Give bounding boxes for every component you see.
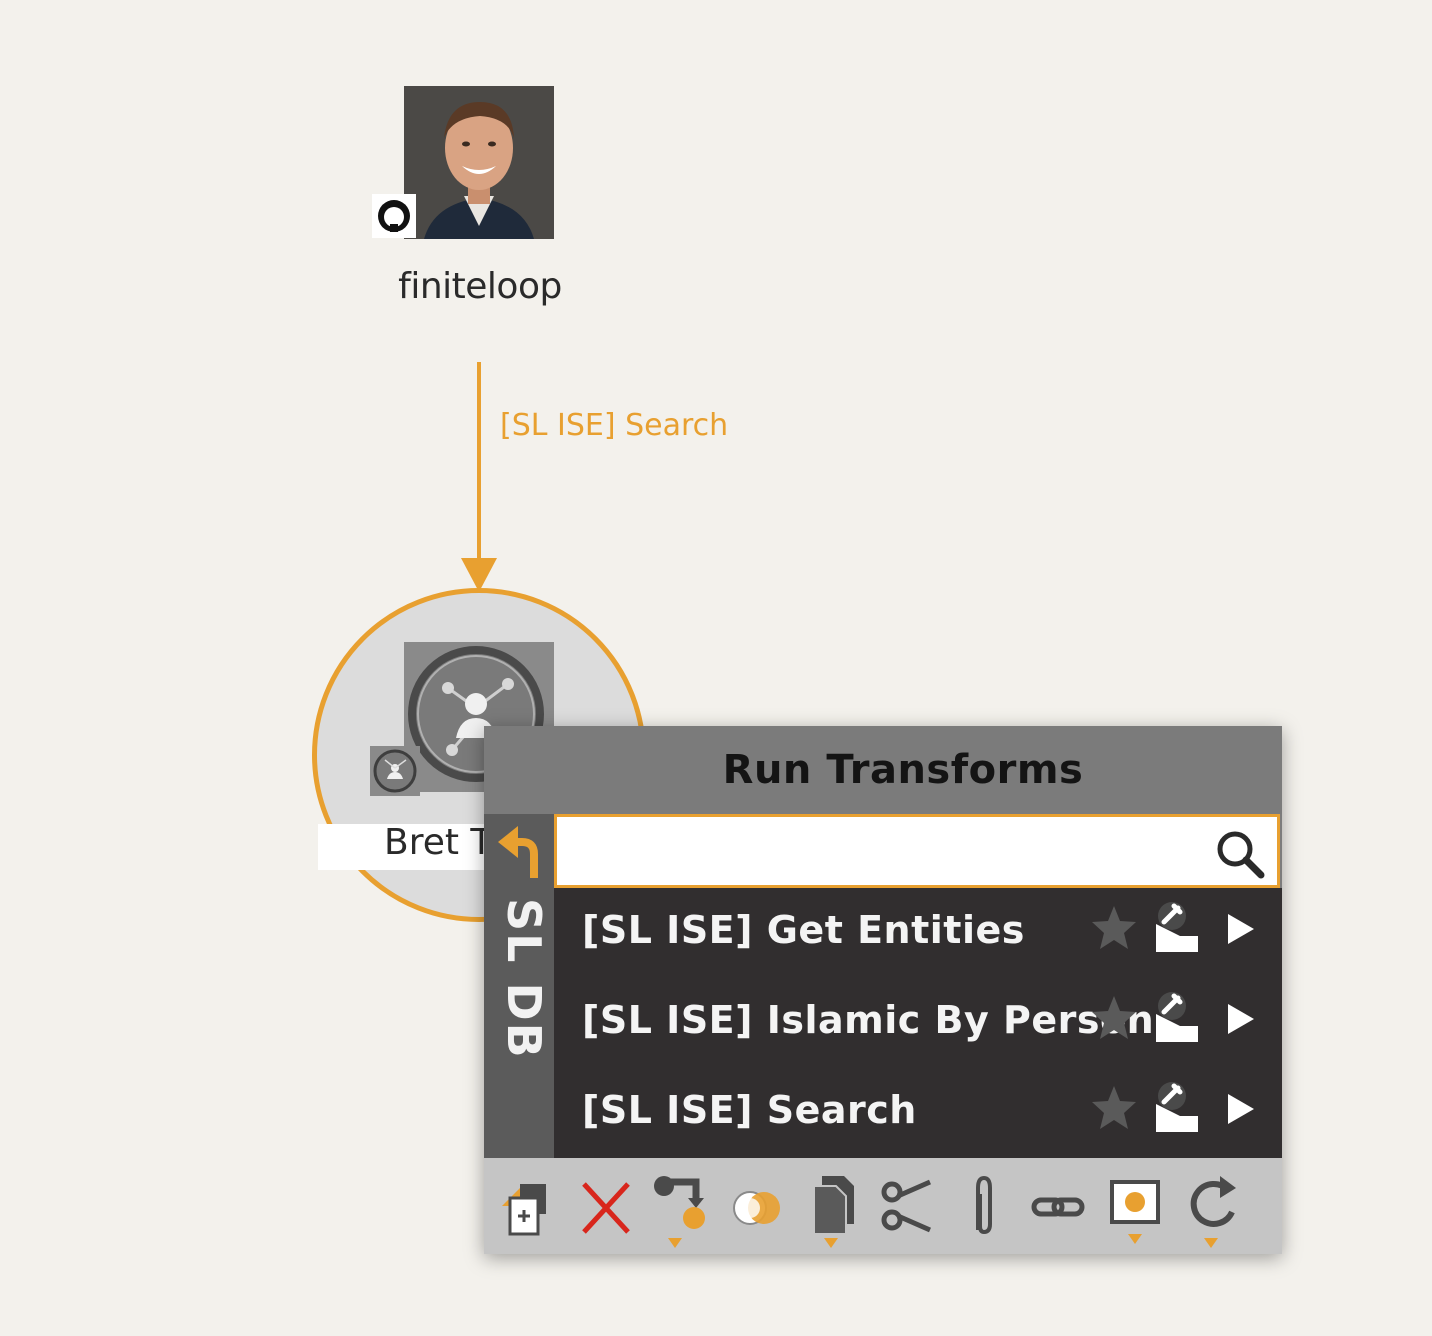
menu-header: Run Transforms xyxy=(484,726,1282,814)
transform-search-box[interactable] xyxy=(554,814,1280,888)
entity-type-badge-icon xyxy=(370,746,420,796)
transform-item-search[interactable]: [SL ISE] Search xyxy=(554,1068,1282,1158)
select-icon[interactable] xyxy=(1106,1168,1166,1248)
run-transform-icon[interactable] xyxy=(1226,1092,1256,1126)
graph-canvas[interactable]: finiteloop [SL ISE] Search Bret T Run Tr… xyxy=(0,0,1432,1336)
transform-item-islamic-by-person[interactable]: [SL ISE] Islamic By Person xyxy=(554,978,1282,1068)
transform-list: [SL ISE] Get Entities [SL ISE] Islamic B xyxy=(554,888,1282,1158)
back-arrow-icon[interactable] xyxy=(494,820,546,880)
transform-item-label: [SL ISE] Search xyxy=(582,1088,917,1132)
run-transforms-menu: Run Transforms SL DB [SL ISE] Get Entiti… xyxy=(484,726,1282,1254)
transform-item-get-entities[interactable]: [SL ISE] Get Entities xyxy=(554,888,1282,978)
link-icon[interactable] xyxy=(1028,1168,1088,1248)
github-icon xyxy=(372,194,416,238)
transform-set-strip[interactable]: SL DB xyxy=(484,814,554,1158)
paste-icon[interactable] xyxy=(804,1168,864,1248)
link-line[interactable] xyxy=(477,362,481,572)
change-type-icon[interactable] xyxy=(650,1168,710,1248)
selected-node-label[interactable]: Bret T xyxy=(384,822,492,863)
favorite-star-icon[interactable] xyxy=(1090,994,1138,1042)
copy-to-graph-icon[interactable] xyxy=(498,1168,558,1248)
favorite-star-icon[interactable] xyxy=(1090,1084,1138,1132)
link-label[interactable]: [SL ISE] Search xyxy=(500,408,728,443)
menu-toolbar xyxy=(484,1158,1282,1254)
menu-title: Run Transforms xyxy=(722,747,1084,793)
transform-settings-icon[interactable] xyxy=(1150,990,1204,1046)
merge-icon[interactable] xyxy=(728,1168,788,1248)
transform-set-label: SL DB xyxy=(497,898,551,1060)
cut-icon[interactable] xyxy=(878,1168,938,1248)
transform-settings-icon[interactable] xyxy=(1150,900,1204,956)
refresh-icon[interactable] xyxy=(1182,1168,1242,1248)
search-icon[interactable] xyxy=(1213,827,1267,881)
favorite-star-icon[interactable] xyxy=(1090,904,1138,952)
delete-icon[interactable] xyxy=(576,1168,636,1248)
attach-icon[interactable] xyxy=(954,1168,1014,1248)
run-transform-icon[interactable] xyxy=(1226,912,1256,946)
transform-settings-icon[interactable] xyxy=(1150,1080,1204,1136)
transform-item-label: [SL ISE] Get Entities xyxy=(582,908,1025,952)
link-arrowhead xyxy=(461,558,497,592)
transform-item-label: [SL ISE] Islamic By Person xyxy=(582,998,1155,1042)
transform-search-input[interactable] xyxy=(567,825,1207,879)
run-transform-icon[interactable] xyxy=(1226,1002,1256,1036)
avatar-photo[interactable] xyxy=(404,86,554,239)
node-label-finiteloop[interactable]: finiteloop xyxy=(380,266,580,307)
